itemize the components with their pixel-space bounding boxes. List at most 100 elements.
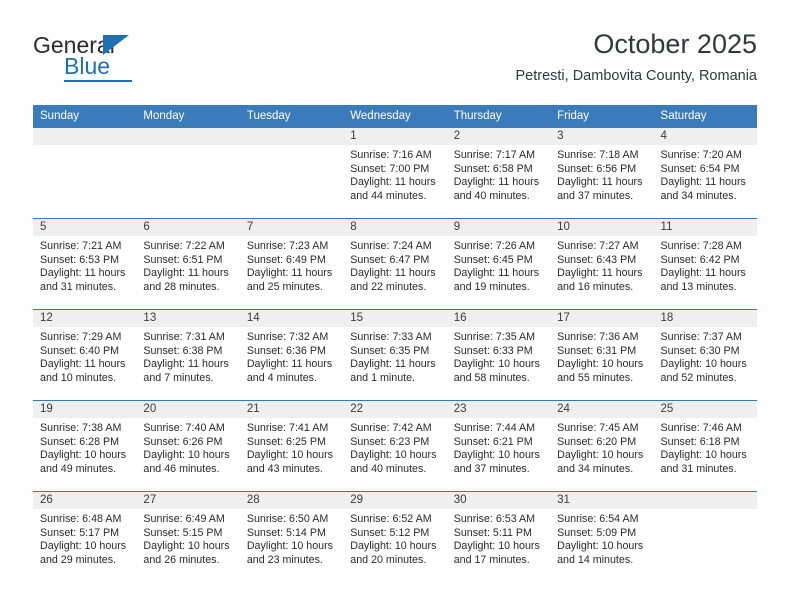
day-details: Sunrise: 7:42 AM Sunset: 6:23 PM Daylight:… (343, 418, 446, 476)
day-number: 30 (446, 492, 551, 509)
day-number: 8 (343, 219, 447, 236)
day-cell[interactable]: 13 Sunrise: 7:31 AM Sunset: 6:38 PM Dayligh… (136, 309, 240, 401)
day-cell[interactable]: 26 Sunrise: 6:48 AM Sunset: 5:17 PM Dayligh… (33, 491, 137, 582)
day-cell[interactable]: 24 Sunrise: 7:45 AM Sunset: 6:20 PM Dayligh… (550, 400, 654, 492)
day-cell[interactable]: 7 Sunrise: 7:23 AM Sunset: 6:49 PM Daylight… (239, 218, 344, 310)
sunset-time: Sunset: 5:15 PM (143, 526, 223, 539)
calendar-body: 1 Sunrise: 7:16 AM Sunset: 7:00 PM Daylight… (33, 128, 757, 582)
daylight-duration-line2: and 7 minutes. (143, 371, 214, 384)
sunrise-time: Sunrise: 7:18 AM (557, 149, 639, 161)
sunrise-time: Sunrise: 6:50 AM (246, 513, 329, 525)
day-cell[interactable]: 3 Sunrise: 7:18 AM Sunset: 6:56 PM Daylight… (550, 128, 654, 219)
sunrise-time: Sunrise: 7:16 AM (350, 149, 432, 161)
weekday-header-monday: Monday (136, 105, 240, 128)
sunrise-time: Sunrise: 7:44 AM (453, 422, 536, 434)
daylight-duration-line1: Daylight: 11 hours (557, 176, 643, 189)
sunset-time: Sunset: 6:47 PM (350, 253, 430, 266)
daylight-duration-line1: Daylight: 11 hours (40, 267, 126, 280)
sunset-time: Sunset: 6:42 PM (660, 253, 740, 266)
day-cell[interactable]: 10 Sunrise: 7:27 AM Sunset: 6:43 PM Dayligh… (550, 218, 654, 310)
day-number: 5 (33, 219, 137, 236)
sunrise-time: Sunrise: 7:32 AM (246, 331, 329, 343)
day-cell[interactable]: 30 Sunrise: 6:53 AM Sunset: 5:11 PM Dayligh… (446, 491, 551, 582)
day-details: Sunrise: 6:49 AM Sunset: 5:15 PM Daylight:… (136, 509, 239, 567)
generalblue-logo: General Blue (33, 33, 213, 85)
day-cell[interactable]: 1 Sunrise: 7:16 AM Sunset: 7:00 PM Daylight… (343, 128, 447, 219)
day-cell[interactable]: 31 Sunrise: 6:54 AM Sunset: 5:09 PM Dayligh… (550, 491, 654, 582)
sunset-time: Sunset: 6:21 PM (453, 435, 533, 448)
day-number: 19 (33, 401, 137, 418)
daylight-duration-line2: and 46 minutes. (143, 462, 220, 475)
day-cell[interactable]: 4 Sunrise: 7:20 AM Sunset: 6:54 PM Daylight… (653, 128, 757, 219)
day-cell[interactable]: 23 Sunrise: 7:44 AM Sunset: 6:21 PM Dayligh… (446, 400, 551, 492)
sunrise-time: Sunrise: 6:54 AM (557, 513, 639, 525)
day-cell[interactable]: 14 Sunrise: 7:32 AM Sunset: 6:36 PM Dayligh… (239, 309, 344, 401)
day-cell[interactable]: 5 Sunrise: 7:21 AM Sunset: 6:53 PM Daylight… (33, 218, 137, 310)
sunrise-time: Sunrise: 7:29 AM (40, 331, 122, 343)
weekday-header-tuesday: Tuesday (239, 105, 344, 128)
sunrise-time: Sunrise: 7:23 AM (246, 240, 329, 252)
day-details: Sunrise: 7:45 AM Sunset: 6:20 PM Daylight:… (550, 418, 653, 476)
day-cell[interactable]: 6 Sunrise: 7:22 AM Sunset: 6:51 PM Daylight… (136, 218, 240, 310)
day-details: Sunrise: 7:28 AM Sunset: 6:42 PM Daylight:… (654, 236, 757, 294)
day-cell[interactable]: 27 Sunrise: 6:49 AM Sunset: 5:15 PM Dayligh… (136, 491, 240, 582)
logo-triangle-icon (103, 35, 129, 55)
sunset-time: Sunset: 6:54 PM (660, 162, 740, 175)
daylight-duration-line1: Daylight: 10 hours (557, 540, 644, 553)
daylight-duration-line2: and 26 minutes. (143, 553, 220, 566)
sunset-time: Sunset: 6:33 PM (453, 344, 533, 357)
page-subtitle-location: Petresti, Dambovita County, Romania (515, 68, 757, 84)
sunset-time: Sunset: 6:45 PM (453, 253, 533, 266)
daylight-duration-line1: Daylight: 10 hours (453, 449, 540, 462)
day-number (136, 128, 240, 145)
day-number: 31 (550, 492, 654, 509)
daylight-duration-line1: Daylight: 11 hours (143, 358, 229, 371)
sunset-time: Sunset: 6:40 PM (40, 344, 120, 357)
daylight-duration-line1: Daylight: 10 hours (557, 358, 644, 371)
sunset-time: Sunset: 6:56 PM (557, 162, 637, 175)
daylight-duration-line1: Daylight: 10 hours (40, 449, 127, 462)
sunrise-time: Sunrise: 6:48 AM (40, 513, 122, 525)
day-cell[interactable]: 25 Sunrise: 7:46 AM Sunset: 6:18 PM Dayligh… (653, 400, 757, 492)
day-number: 9 (446, 219, 551, 236)
weekday-header-wednesday: Wednesday (343, 105, 447, 128)
calendar-page: General Blue October 2025 Petresti, Damb… (0, 0, 792, 612)
day-cell[interactable]: 16 Sunrise: 7:35 AM Sunset: 6:33 PM Dayligh… (446, 309, 551, 401)
day-cell[interactable]: 21 Sunrise: 7:41 AM Sunset: 6:25 PM Dayligh… (239, 400, 344, 492)
day-cell[interactable]: 15 Sunrise: 7:33 AM Sunset: 6:35 PM Dayligh… (343, 309, 447, 401)
day-cell[interactable]: 29 Sunrise: 6:52 AM Sunset: 5:12 PM Dayligh… (343, 491, 447, 582)
day-cell[interactable]: 20 Sunrise: 7:40 AM Sunset: 6:26 PM Dayligh… (136, 400, 240, 492)
weekday-header-thursday: Thursday (446, 105, 551, 128)
day-number: 3 (550, 128, 654, 145)
daylight-duration-line2: and 49 minutes. (40, 462, 117, 475)
day-cell[interactable]: 2 Sunrise: 7:17 AM Sunset: 6:58 PM Daylight… (446, 128, 551, 219)
day-cell[interactable]: 28 Sunrise: 6:50 AM Sunset: 5:14 PM Dayligh… (239, 491, 344, 582)
day-cell[interactable]: 9 Sunrise: 7:26 AM Sunset: 6:45 PM Daylight… (446, 218, 551, 310)
day-details: Sunrise: 7:24 AM Sunset: 6:47 PM Daylight:… (343, 236, 446, 294)
daylight-duration-line1: Daylight: 10 hours (453, 540, 540, 553)
day-details: Sunrise: 6:53 AM Sunset: 5:11 PM Daylight:… (447, 509, 550, 567)
day-cell-empty (653, 491, 757, 582)
sunrise-time: Sunrise: 7:31 AM (143, 331, 225, 343)
day-number: 25 (653, 401, 757, 418)
day-details: Sunrise: 7:46 AM Sunset: 6:18 PM Daylight:… (654, 418, 757, 476)
daylight-duration-line1: Daylight: 10 hours (557, 449, 644, 462)
sunset-time: Sunset: 6:53 PM (40, 253, 120, 266)
day-number (33, 128, 137, 145)
day-cell[interactable]: 12 Sunrise: 7:29 AM Sunset: 6:40 PM Dayligh… (33, 309, 137, 401)
day-cell[interactable]: 17 Sunrise: 7:36 AM Sunset: 6:31 PM Dayligh… (550, 309, 654, 401)
weekday-header-friday: Friday (550, 105, 654, 128)
day-cell[interactable]: 18 Sunrise: 7:37 AM Sunset: 6:30 PM Dayligh… (653, 309, 757, 401)
daylight-duration-line1: Daylight: 10 hours (350, 449, 437, 462)
sunset-time: Sunset: 5:12 PM (350, 526, 430, 539)
daylight-duration-line2: and 40 minutes. (350, 462, 427, 475)
day-cell[interactable]: 11 Sunrise: 7:28 AM Sunset: 6:42 PM Dayligh… (653, 218, 757, 310)
day-cell[interactable]: 22 Sunrise: 7:42 AM Sunset: 6:23 PM Dayligh… (343, 400, 447, 492)
daylight-duration-line1: Daylight: 10 hours (246, 540, 333, 553)
daylight-duration-line2: and 34 minutes. (557, 462, 634, 475)
day-number (239, 128, 344, 145)
day-cell[interactable]: 8 Sunrise: 7:24 AM Sunset: 6:47 PM Daylight… (343, 218, 447, 310)
daylight-duration-line1: Daylight: 10 hours (660, 358, 747, 371)
daylight-duration-line1: Daylight: 10 hours (143, 449, 230, 462)
day-cell[interactable]: 19 Sunrise: 7:38 AM Sunset: 6:28 PM Dayligh… (33, 400, 137, 492)
